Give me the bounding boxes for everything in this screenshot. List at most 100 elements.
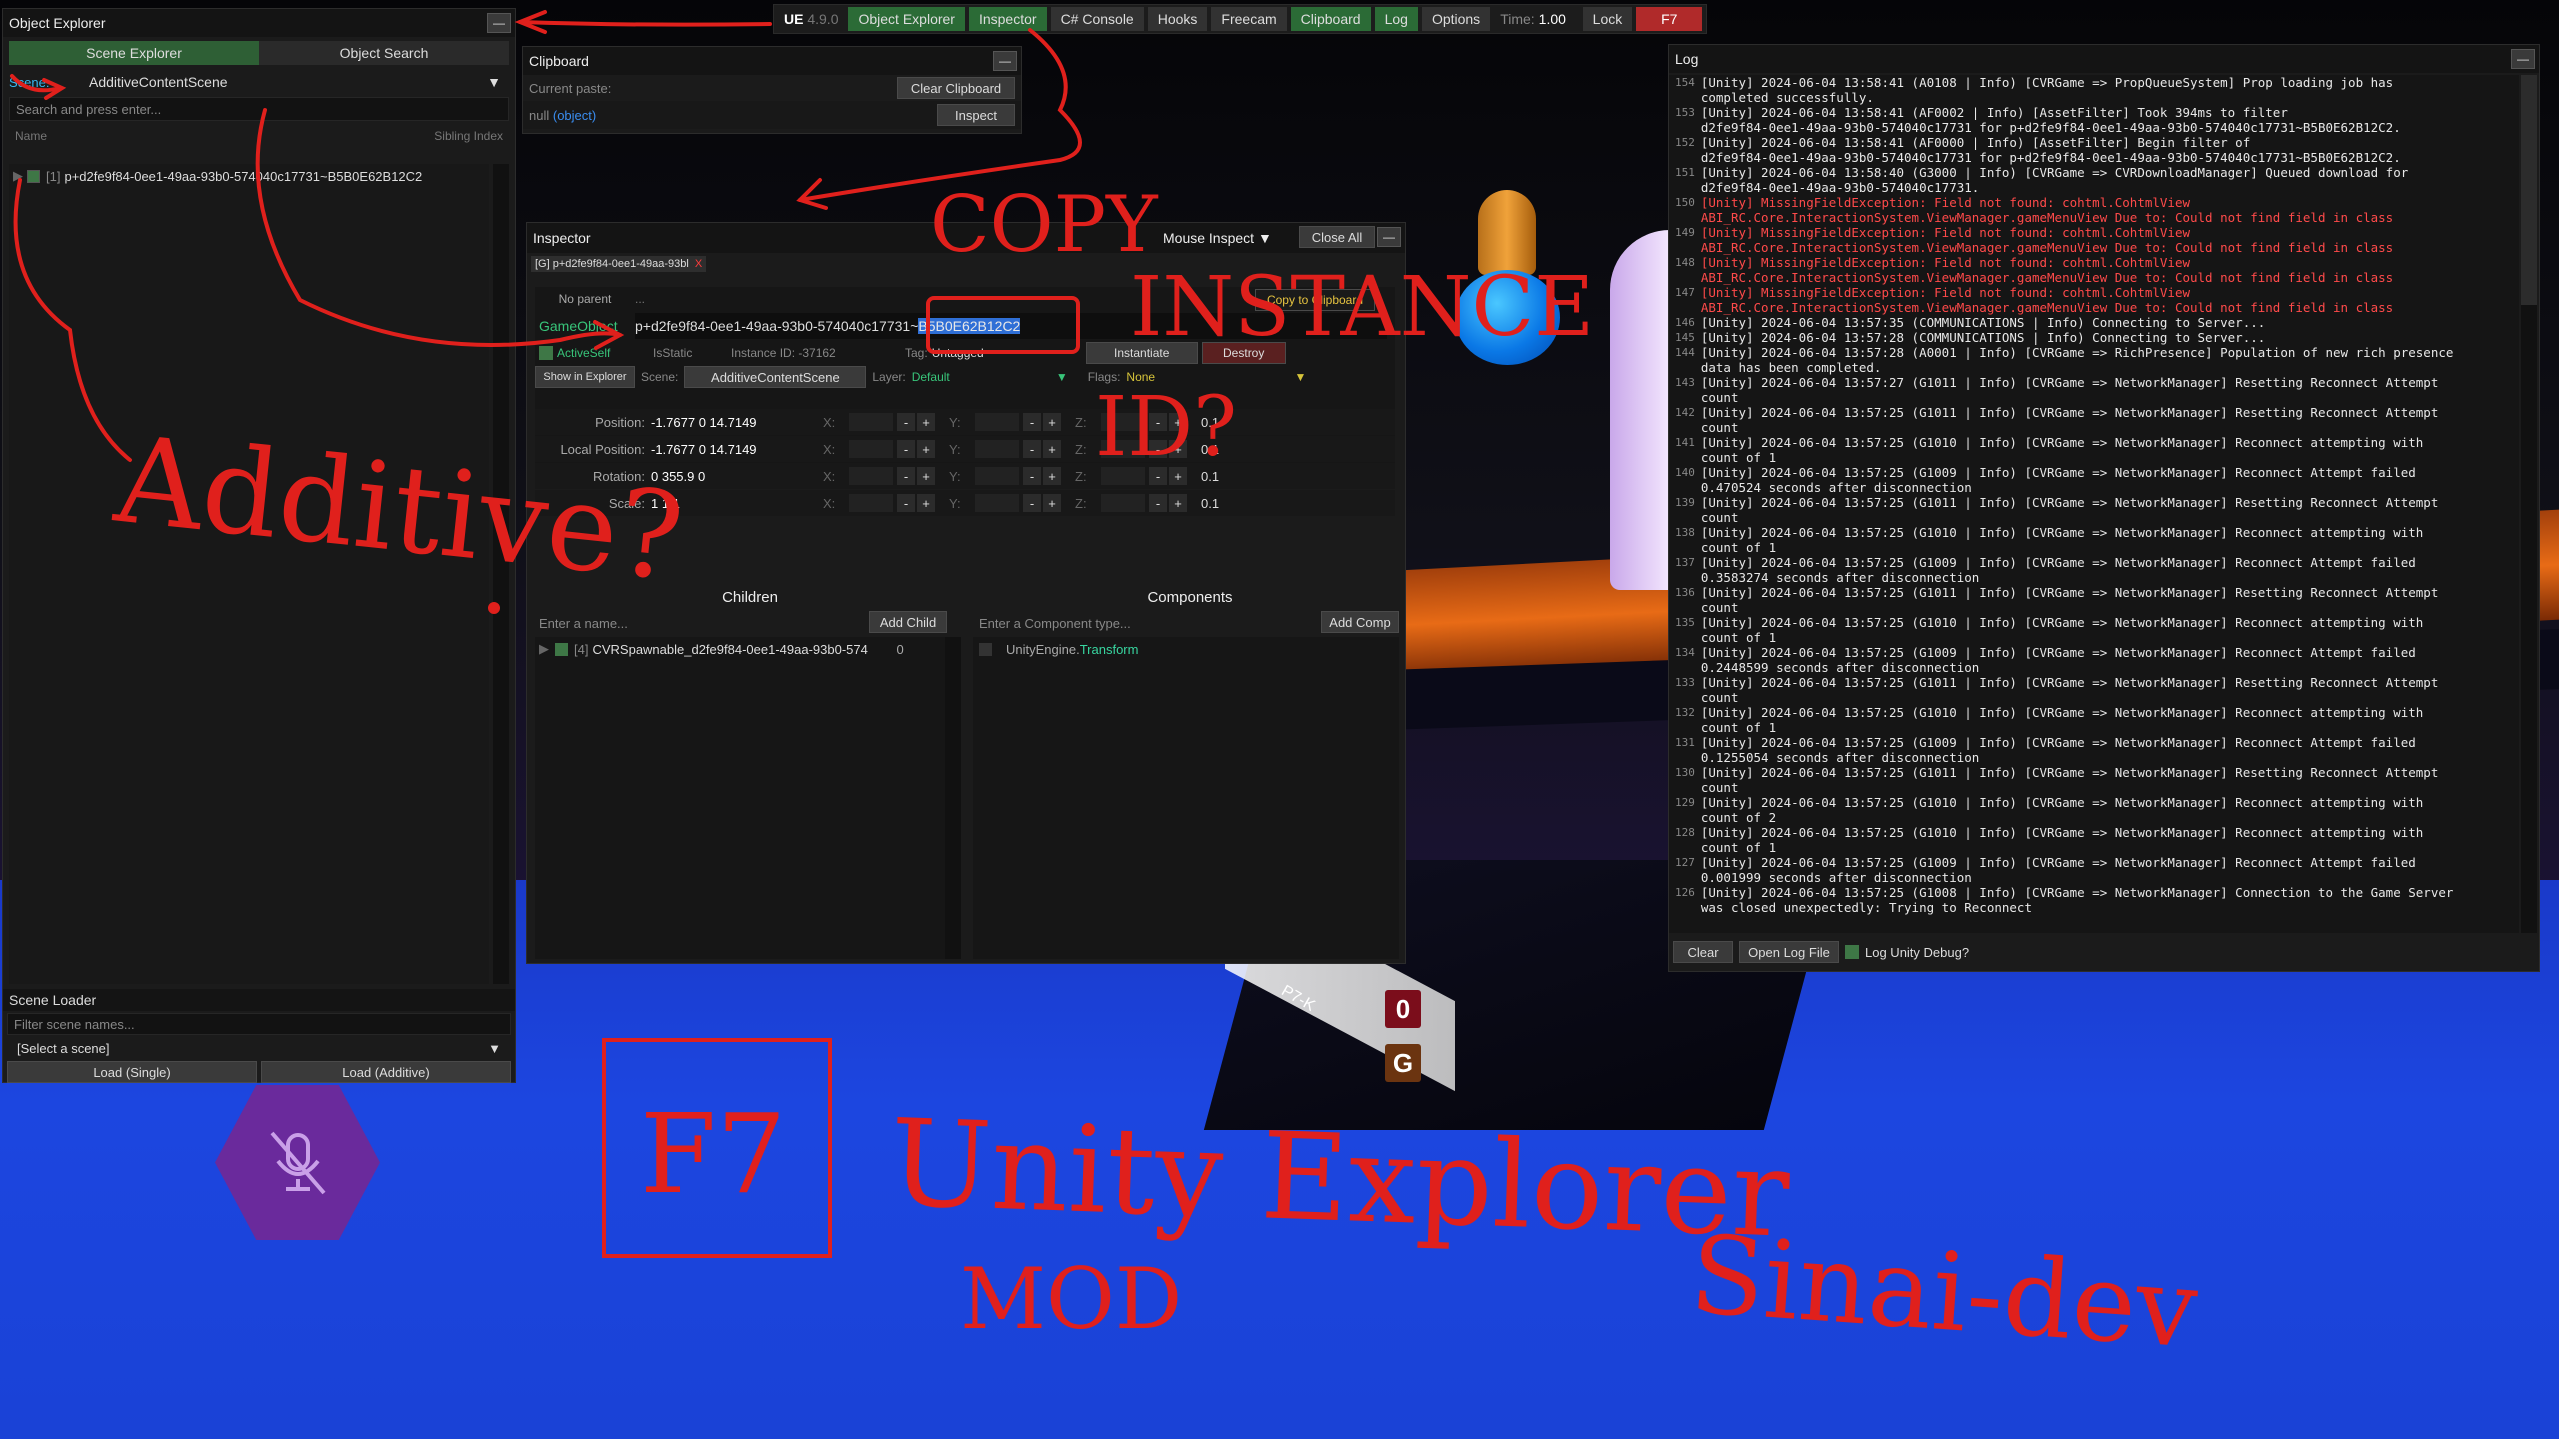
close-all-button[interactable]: Close All: [1299, 226, 1375, 248]
list-item[interactable]: ▶ [1] p+d2fe9f84-0ee1-49aa-93b0-574040c1…: [9, 164, 489, 188]
axis-slider[interactable]: [849, 494, 893, 512]
increment-button[interactable]: +: [1043, 413, 1061, 431]
axis-slider[interactable]: [849, 467, 893, 485]
active-checkbox[interactable]: [27, 169, 40, 183]
increment-button[interactable]: +: [1043, 467, 1061, 485]
increment-button[interactable]: +: [917, 413, 935, 431]
scene-button[interactable]: AdditiveContentScene: [684, 366, 867, 388]
decrement-button[interactable]: -: [897, 494, 915, 512]
tag-input[interactable]: Untagged: [932, 346, 1082, 360]
log-unity-debug-checkbox[interactable]: [1845, 945, 1859, 959]
active-self-checkbox[interactable]: [539, 346, 553, 360]
annotation-f7: F7: [640, 1090, 787, 1218]
decrement-button[interactable]: -: [1023, 440, 1041, 458]
toolbar-options[interactable]: Options: [1421, 7, 1491, 31]
increment-button[interactable]: +: [917, 467, 935, 485]
toolbar-inspector[interactable]: Inspector: [968, 7, 1047, 31]
transform-value-input[interactable]: -1.7677 0 14.7149: [651, 415, 823, 430]
is-static-toggle[interactable]: IsStatic: [653, 346, 727, 360]
clipboard-titlebar[interactable]: Clipboard —: [523, 47, 1021, 75]
log-text: [Unity] 2024-06-04 13:57:25 (G1011 | Inf…: [1700, 405, 2439, 435]
mouse-inspect-dropdown[interactable]: Mouse Inspect ▼: [1163, 230, 1272, 246]
expand-arrow-icon[interactable]: ▶: [13, 168, 27, 184]
tab-object-search[interactable]: Object Search: [259, 41, 509, 65]
child-sibling-index: 0: [896, 641, 904, 657]
increment-button[interactable]: +: [917, 494, 935, 512]
inspector-tab[interactable]: [G] p+d2fe9f84-0ee1-49aa-93bl X: [531, 256, 707, 272]
log-line-number: 150: [1674, 196, 1695, 209]
component-checkbox[interactable]: [979, 642, 992, 656]
log-entry: 139 [Unity] 2024-06-04 13:57:25 (G1011 | …: [1669, 495, 2519, 525]
search-input[interactable]: Search and press enter...: [9, 97, 509, 121]
toolbar-clipboard[interactable]: Clipboard: [1290, 7, 1371, 31]
log-titlebar[interactable]: Log —: [1669, 45, 2539, 73]
add-child-button[interactable]: Add Child: [869, 611, 947, 633]
log-line-number: 143: [1674, 376, 1695, 389]
increment-button[interactable]: +: [1043, 440, 1061, 458]
step-input[interactable]: 0.1: [1201, 496, 1219, 511]
axis-slider[interactable]: [975, 413, 1019, 431]
decrement-button[interactable]: -: [897, 413, 915, 431]
scene-dropdown[interactable]: AdditiveContentScene ▼: [81, 74, 509, 90]
axis-slider[interactable]: [975, 467, 1019, 485]
list-item[interactable]: UnityEngine. Transform: [973, 637, 1399, 661]
child-name-input[interactable]: Enter a name...: [533, 611, 869, 635]
load-single-button[interactable]: Load (Single): [7, 1061, 257, 1083]
close-tab-icon[interactable]: X: [695, 258, 702, 270]
toolbar-freecam[interactable]: Freecam: [1211, 7, 1287, 31]
transform-value-input[interactable]: -1.7677 0 14.7149: [651, 442, 823, 457]
increment-button[interactable]: +: [1169, 494, 1187, 512]
axis-slider[interactable]: [1101, 494, 1145, 512]
log-line-number: 141: [1674, 436, 1695, 449]
clear-log-button[interactable]: Clear: [1673, 941, 1733, 963]
log-text: [Unity] 2024-06-04 13:57:25 (G1010 | Inf…: [1700, 825, 2424, 855]
scene-filter-input[interactable]: Filter scene names...: [7, 1013, 511, 1035]
axis-slider[interactable]: [849, 440, 893, 458]
inspect-button[interactable]: Inspect: [937, 104, 1015, 126]
add-component-button[interactable]: Add Comp: [1321, 611, 1399, 633]
toolbar-hooks[interactable]: Hooks: [1147, 7, 1208, 31]
toolbar-log[interactable]: Log: [1374, 7, 1418, 31]
axis-slider[interactable]: [975, 494, 1019, 512]
time-input[interactable]: 1.00: [1539, 11, 1579, 27]
decrement-button[interactable]: -: [1023, 413, 1041, 431]
object-explorer-titlebar[interactable]: Object Explorer —: [3, 9, 515, 37]
toolbar-csharp-console[interactable]: C# Console: [1050, 7, 1144, 31]
decrement-button[interactable]: -: [1023, 494, 1041, 512]
scene-select-dropdown[interactable]: [Select a scene] ▼: [7, 1037, 511, 1059]
minimize-icon[interactable]: —: [1377, 227, 1401, 247]
minimize-icon[interactable]: —: [993, 51, 1017, 71]
axis-slider[interactable]: [975, 440, 1019, 458]
gameobject-label: GameObject: [539, 318, 618, 334]
axis-slider[interactable]: [849, 413, 893, 431]
log-entry: 126 [Unity] 2024-06-04 13:57:25 (G1008 | …: [1669, 885, 2519, 915]
close-explorer-button[interactable]: F7: [1636, 7, 1703, 31]
minimize-icon[interactable]: —: [2511, 49, 2535, 69]
list-item[interactable]: ▶ [4] CVRSpawnable_d2fe9f84-0ee1-49aa-93…: [535, 637, 945, 661]
active-checkbox[interactable]: [555, 642, 568, 656]
log-line-number: 153: [1674, 106, 1695, 119]
decrement-button[interactable]: -: [1023, 467, 1041, 485]
layer-dropdown[interactable]: Default ▼: [912, 370, 1068, 384]
clear-clipboard-button[interactable]: Clear Clipboard: [897, 77, 1015, 99]
increment-button[interactable]: +: [917, 440, 935, 458]
toolbar-object-explorer[interactable]: Object Explorer: [848, 7, 965, 31]
decrement-button[interactable]: -: [897, 467, 915, 485]
decrement-button[interactable]: -: [1149, 494, 1167, 512]
log-text: [Unity] 2024-06-04 13:57:25 (G1010 | Inf…: [1700, 435, 2424, 465]
scene-sign-2: G: [1385, 1044, 1421, 1082]
children-scrollbar[interactable]: [945, 637, 961, 959]
tab-scene-explorer[interactable]: Scene Explorer: [9, 41, 259, 65]
increment-button[interactable]: +: [1043, 494, 1061, 512]
load-additive-button[interactable]: Load (Additive): [261, 1061, 511, 1083]
show-in-explorer-button[interactable]: Show in Explorer: [535, 366, 635, 388]
expand-arrow-icon[interactable]: ▶: [539, 641, 555, 657]
decrement-button[interactable]: -: [897, 440, 915, 458]
log-scrollbar[interactable]: [2521, 75, 2537, 933]
minimize-icon[interactable]: —: [487, 13, 511, 33]
component-type-input[interactable]: Enter a Component type...: [973, 611, 1321, 635]
log-line-number: 137: [1674, 556, 1695, 569]
open-log-file-button[interactable]: Open Log File: [1739, 941, 1839, 963]
lock-button[interactable]: Lock: [1582, 7, 1633, 31]
log-text: [Unity] 2024-06-04 13:57:25 (G1009 | Inf…: [1700, 465, 2416, 495]
